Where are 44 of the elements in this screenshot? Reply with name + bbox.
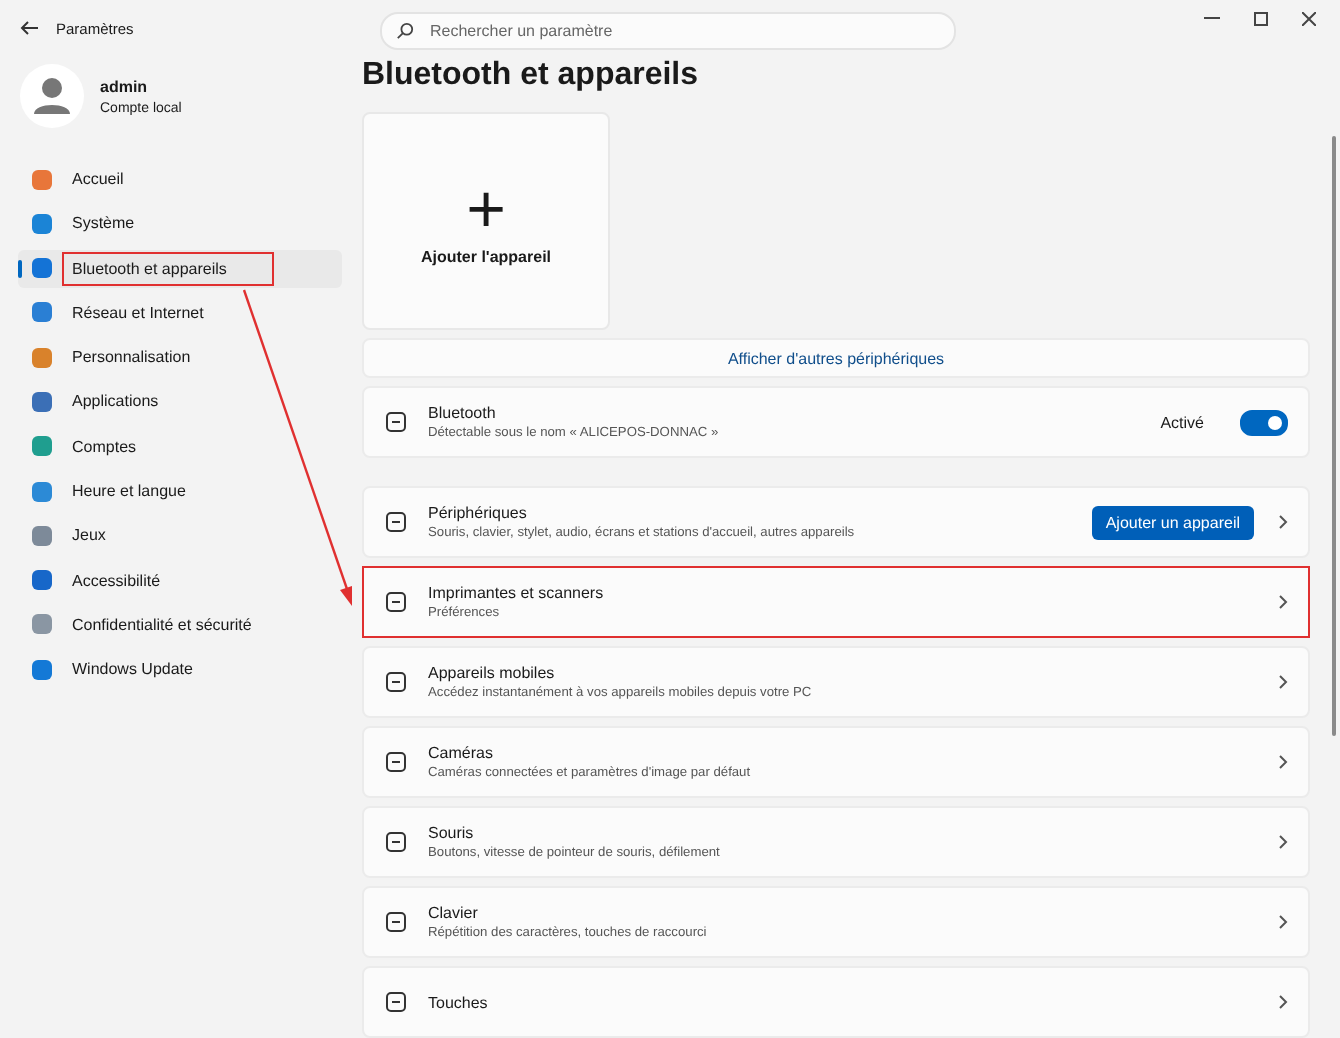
sidebar-item[interactable]: Comptes [18,427,342,466]
sidebar-item[interactable]: Jeux [18,516,342,555]
bluetooth-toggle[interactable] [1240,409,1288,435]
maximize-icon[interactable] [1254,11,1268,25]
minimize-icon[interactable] [1204,16,1220,20]
chevron-right-icon [1278,594,1288,610]
sidebar-item[interactable]: Bluetooth et appareils [18,249,342,288]
scrollbar[interactable] [1332,136,1336,736]
sidebar-item[interactable]: Réseau et Internet [18,293,342,332]
row-title: Appareils mobiles [428,664,557,682]
row-title: Caméras [428,744,495,762]
row-title: Souris [428,824,476,842]
plus-icon: + [466,176,506,245]
add-device-button[interactable]: Ajouter un appareil [1091,505,1254,539]
search-field[interactable]: Rechercher un paramètre [380,11,956,49]
more-devices-link[interactable]: Afficher d'autres périphériques [362,338,1310,378]
row-title: Périphériques [428,504,529,522]
settings-row[interactable]: Touches [362,966,1310,1038]
toggle-status: Activé [1160,413,1204,431]
avatar-icon [20,64,84,128]
sidebar-item[interactable]: Accessibilité [18,561,342,600]
search-icon [396,21,414,39]
page-title: Bluetooth et appareils [362,58,701,94]
chevron-right-icon [1278,514,1288,530]
back-icon[interactable] [20,20,40,36]
chevron-right-icon [1278,834,1288,850]
chevron-right-icon [1278,914,1288,930]
user-name: admin [100,77,150,95]
chevron-right-icon [1278,674,1288,690]
sidebar-item[interactable]: Accueil [18,160,342,198]
row-title: Touches [428,993,490,1011]
sidebar-item[interactable]: Windows Update [18,650,342,689]
row-title: Clavier [428,904,480,922]
add-device-tile[interactable]: + Ajouter l'appareil [362,112,610,331]
row-title: Imprimantes et scanners [428,584,606,602]
sidebar-item[interactable]: Heure et langue [18,472,342,511]
sidebar-item[interactable]: Applications [18,382,342,421]
sidebar-item[interactable]: Personnalisation [18,338,342,377]
chevron-right-icon [1278,754,1288,770]
sidebar-item[interactable]: Confidentialité et sécurité [18,605,342,644]
row-title: Bluetooth [428,404,498,422]
close-icon[interactable] [1302,11,1316,25]
chevron-right-icon [1278,994,1288,1010]
sidebar-item[interactable]: Système [18,204,342,243]
